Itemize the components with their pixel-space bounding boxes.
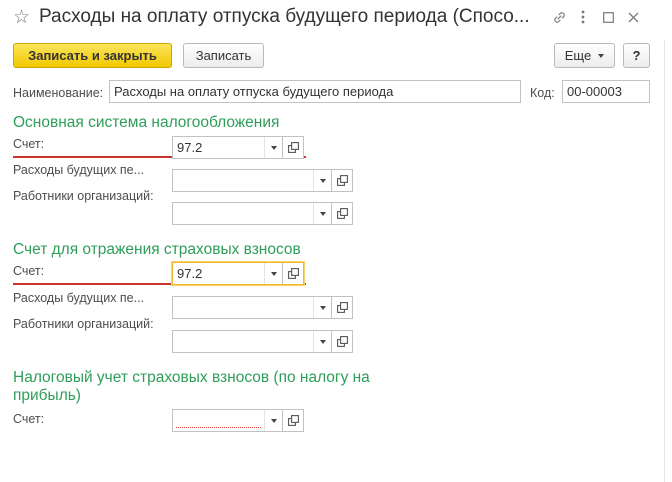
section-heading-tax-accounting-cont: прибыль) <box>13 387 81 404</box>
chevron-down-icon <box>319 305 326 310</box>
section-heading-tax-accounting: Налоговый учет страховых взносов (по нал… <box>13 369 370 386</box>
more-options-icon[interactable] <box>572 6 594 28</box>
open-form-icon <box>287 415 299 426</box>
chevron-down-icon <box>319 339 326 344</box>
account-label: Счет: <box>13 264 45 278</box>
window-title: Расходы на оплату отпуска будущего перио… <box>39 6 530 27</box>
open-button[interactable] <box>282 137 303 158</box>
open-form-icon <box>287 268 299 279</box>
dropdown-button[interactable] <box>264 263 282 284</box>
account-label: Счет: <box>13 412 45 426</box>
employees-value <box>173 203 313 224</box>
employees-field-main[interactable] <box>172 202 353 225</box>
save-and-close-button[interactable]: Записать и закрыть <box>13 43 172 68</box>
chevron-down-icon <box>319 211 326 216</box>
future-expenses-value <box>173 297 313 318</box>
dropdown-button[interactable] <box>264 410 282 431</box>
open-form-icon <box>287 142 299 153</box>
open-form-icon <box>336 336 348 347</box>
save-button[interactable]: Записать <box>183 43 264 68</box>
more-menu-button[interactable]: Еще <box>554 43 615 68</box>
open-form-icon <box>336 175 348 186</box>
open-button[interactable] <box>282 410 303 431</box>
close-icon[interactable] <box>622 6 644 28</box>
account-field-main[interactable]: 97.2 <box>172 136 304 159</box>
employees-field-insurance[interactable] <box>172 330 353 353</box>
account-value <box>173 410 264 431</box>
name-field[interactable]: Расходы на оплату отпуска будущего перио… <box>109 80 521 103</box>
dropdown-button[interactable] <box>264 137 282 158</box>
account-value: 97.2 <box>177 140 203 155</box>
future-expenses-label: Расходы будущих пе... <box>13 291 145 305</box>
link-icon[interactable] <box>548 6 570 28</box>
account-value: 97.2 <box>177 266 203 281</box>
chevron-down-icon <box>270 418 277 423</box>
account-label: Счет: <box>13 137 45 151</box>
dropdown-button[interactable] <box>313 203 331 224</box>
section-heading-main-tax-system: Основная система налогообложения <box>13 114 280 131</box>
open-button[interactable] <box>282 263 303 284</box>
chevron-down-icon <box>598 53 605 58</box>
open-button[interactable] <box>331 203 352 224</box>
dropdown-button[interactable] <box>313 331 331 352</box>
favorite-star-icon[interactable]: ☆ <box>13 6 30 28</box>
employees-label: Работники организаций: <box>13 189 154 203</box>
section-heading-insurance-account: Счет для отражения страховых взносов <box>13 241 301 258</box>
open-button[interactable] <box>331 331 352 352</box>
open-button[interactable] <box>331 170 352 191</box>
employees-value <box>173 331 313 352</box>
code-field[interactable]: 00-00003 <box>562 80 650 103</box>
dropdown-button[interactable] <box>313 170 331 191</box>
account-field-tax[interactable] <box>172 409 304 432</box>
account-field-insurance[interactable]: 97.2 <box>172 262 304 285</box>
future-expenses-value <box>173 170 313 191</box>
chevron-down-icon <box>270 271 277 276</box>
open-form-icon <box>336 208 348 219</box>
code-label: Код: <box>530 86 555 100</box>
help-button[interactable]: ? <box>623 43 650 68</box>
open-button[interactable] <box>331 297 352 318</box>
chevron-down-icon <box>270 145 277 150</box>
scrollbar-track[interactable] <box>664 40 665 482</box>
future-expenses-field-insurance[interactable] <box>172 296 353 319</box>
maximize-icon[interactable] <box>597 6 619 28</box>
open-form-icon <box>336 302 348 313</box>
employees-label: Работники организаций: <box>13 317 154 331</box>
future-expenses-field-main[interactable] <box>172 169 353 192</box>
future-expenses-label: Расходы будущих пе... <box>13 163 145 177</box>
name-label: Наименование: <box>13 86 104 100</box>
required-field-underline <box>176 427 261 428</box>
chevron-down-icon <box>319 178 326 183</box>
more-menu-label: Еще <box>564 48 592 63</box>
dropdown-button[interactable] <box>313 297 331 318</box>
